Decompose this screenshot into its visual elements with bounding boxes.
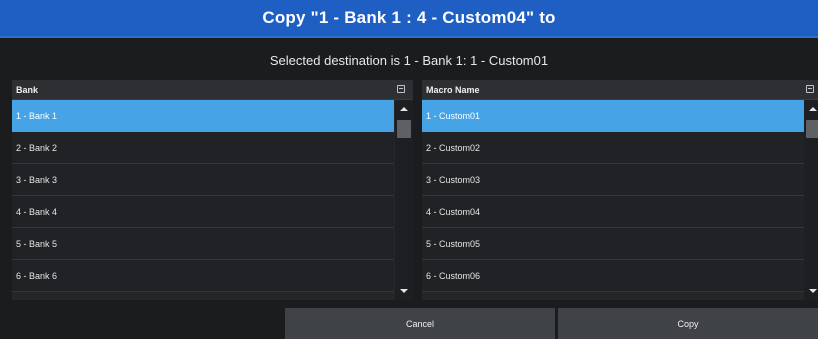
- bank-list-item[interactable]: 4 - Bank 4: [12, 196, 394, 228]
- bank-list-item[interactable]: 6 - Bank 6: [12, 260, 394, 292]
- macro-column-header: Macro Name: [422, 80, 818, 100]
- macro-list-panel: Macro Name 1 - Custom01 2 - Custom02 3 -…: [422, 80, 818, 300]
- bank-list-item[interactable]: 1 - Bank 1: [12, 100, 394, 132]
- bank-scrollbar[interactable]: [395, 100, 413, 300]
- scrollbar-thumb[interactable]: [806, 120, 818, 138]
- macro-header-label: Macro Name: [426, 85, 480, 95]
- macro-list-item[interactable]: 5 - Custom05: [422, 228, 804, 260]
- scrollbar-thumb[interactable]: [397, 120, 411, 138]
- bank-column-header: Bank: [12, 80, 413, 100]
- bank-list: 1 - Bank 1 2 - Bank 2 3 - Bank 3 4 - Ban…: [12, 100, 394, 300]
- bank-list-item[interactable]: 2 - Bank 2: [12, 132, 394, 164]
- scroll-down-arrow-icon[interactable]: [395, 284, 413, 298]
- copy-button[interactable]: Copy: [558, 308, 818, 339]
- selected-destination-text: Selected destination is 1 - Bank 1: 1 - …: [269, 52, 549, 68]
- macro-scrollbar[interactable]: [804, 100, 818, 300]
- bank-list-item[interactable]: 3 - Bank 3: [12, 164, 394, 196]
- macro-list-item[interactable]: 2 - Custom02: [422, 132, 804, 164]
- column-options-icon[interactable]: [806, 85, 814, 93]
- dialog-title-bar: Copy "1 - Bank 1 : 4 - Custom04" to: [0, 0, 818, 38]
- cancel-button[interactable]: Cancel: [285, 308, 555, 339]
- macro-list: 1 - Custom01 2 - Custom02 3 - Custom03 4…: [422, 100, 804, 300]
- column-options-icon[interactable]: [397, 85, 405, 93]
- scroll-up-arrow-icon[interactable]: [804, 102, 818, 116]
- dialog-title: Copy "1 - Bank 1 : 4 - Custom04" to: [262, 8, 556, 27]
- macro-list-item[interactable]: 1 - Custom01: [422, 100, 804, 132]
- macro-list-item[interactable]: 3 - Custom03: [422, 164, 804, 196]
- bank-list-panel: Bank 1 - Bank 1 2 - Bank 2 3 - Bank 3 4 …: [12, 80, 413, 300]
- bank-header-label: Bank: [16, 85, 39, 95]
- bank-list-item[interactable]: 5 - Bank 5: [12, 228, 394, 260]
- scroll-up-arrow-icon[interactable]: [395, 102, 413, 116]
- dialog-footer: Cancel Copy: [0, 300, 818, 339]
- macro-list-item[interactable]: 4 - Custom04: [422, 196, 804, 228]
- macro-list-item[interactable]: 6 - Custom06: [422, 260, 804, 292]
- scroll-down-arrow-icon[interactable]: [804, 284, 818, 298]
